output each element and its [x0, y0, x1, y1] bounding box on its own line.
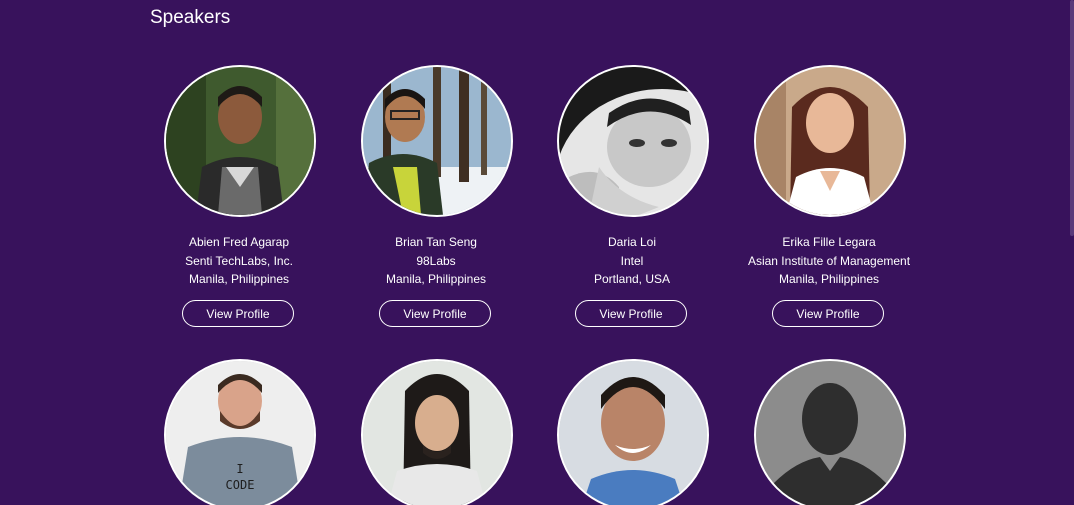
svg-text:CODE: CODE [226, 478, 255, 492]
speaker-photo [557, 65, 709, 217]
speaker-photo [754, 65, 906, 217]
speaker-photo [164, 65, 316, 217]
speaker-photo: I CODE [164, 359, 316, 505]
speaker-location: Manila, Philippines [778, 272, 880, 286]
view-profile-button[interactable]: View Profile [575, 300, 687, 327]
speaker-location: Portland, USA [593, 272, 671, 286]
speaker-company: 98Labs [416, 254, 456, 268]
speaker-name: Daria Loi [607, 235, 657, 249]
section-title: Speakers [150, 7, 231, 28]
scrollbar[interactable] [1070, 0, 1074, 236]
photo-outdoor-man [166, 67, 314, 215]
speaker-location: Manila, Philippines [385, 272, 487, 286]
speaker-name: Brian Tan Seng [395, 235, 477, 249]
view-profile-button[interactable]: View Profile [379, 300, 491, 327]
photo-snow-forest-man [363, 67, 511, 215]
speaker-name: Erika Fille Legara [782, 235, 876, 249]
default-avatar-icon [756, 361, 904, 505]
svg-text:I: I [236, 462, 243, 476]
photo-man-long-hair [363, 361, 511, 505]
speaker-photo [754, 359, 906, 505]
photo-woman-white-blouse [756, 67, 904, 215]
view-profile-button[interactable]: View Profile [182, 300, 294, 327]
speaker-name: Abien Fred Agarap [188, 235, 290, 249]
view-profile-button[interactable]: View Profile [772, 300, 884, 327]
photo-bw-woman [559, 67, 707, 215]
speaker-photo [557, 359, 709, 505]
speaker-location: Manila, Philippines [188, 272, 290, 286]
speakers-section: Speakers Abien Fred Agarap Senti TechLab… [0, 0, 1074, 505]
speaker-company: Senti TechLabs, Inc. [185, 254, 293, 268]
speaker-company: Asian Institute of Management [747, 254, 911, 268]
speaker-photo [361, 65, 513, 217]
photo-man-i-code-shirt: I CODE [166, 361, 314, 505]
speaker-photo [361, 359, 513, 505]
speaker-company: Intel [620, 254, 644, 268]
photo-smiling-man [559, 361, 707, 505]
